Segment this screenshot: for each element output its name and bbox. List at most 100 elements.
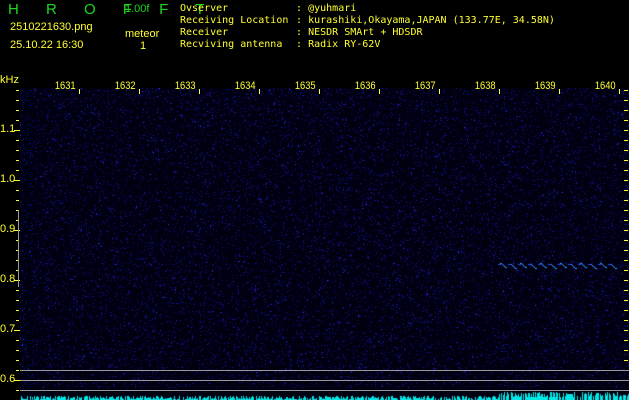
guide-line xyxy=(20,380,629,381)
x-tick-label: 1633 xyxy=(174,80,196,92)
info-value: kurashiki,Okayama,JAPAN (133.77E, 34.58N… xyxy=(308,15,555,26)
y-tick-mark xyxy=(624,170,628,171)
x-tick-mark xyxy=(379,89,380,94)
y-tick-mark xyxy=(624,120,628,121)
left-marker-bar xyxy=(18,210,19,287)
y-tick-mark xyxy=(624,350,628,351)
info-value: Radix RY-62V xyxy=(308,39,381,50)
y-tick-mark xyxy=(14,230,20,231)
spectrogram xyxy=(20,88,629,400)
info-label: Recviving antenna xyxy=(180,39,283,50)
guide-line xyxy=(20,390,629,391)
y-tick-mark xyxy=(16,350,19,351)
x-tick-label: 1632 xyxy=(114,80,136,92)
y-tick-mark xyxy=(16,340,19,341)
y-tick-mark xyxy=(16,140,19,141)
x-tick-mark xyxy=(199,89,200,94)
x-tick-mark xyxy=(619,89,620,94)
y-tick-mark xyxy=(16,200,19,201)
x-tick-mark xyxy=(499,89,500,94)
y-tick-mark xyxy=(624,290,628,291)
y-tick-mark xyxy=(624,180,628,181)
info-value: @yuhmari xyxy=(308,3,357,14)
y-tick-mark xyxy=(624,270,628,271)
y-tick-mark xyxy=(624,320,628,321)
info-sep: : xyxy=(296,3,303,14)
y-tick-mark xyxy=(624,220,628,221)
y-tick-mark xyxy=(14,130,20,131)
y-tick-mark xyxy=(624,190,628,191)
y-tick-label: 1.1 xyxy=(0,123,16,135)
x-tick-mark xyxy=(259,89,260,94)
x-tick-mark xyxy=(319,89,320,94)
file-name: 2510221630.png xyxy=(10,21,93,33)
y-tick-label: 0.9 xyxy=(0,223,16,235)
x-tick-mark xyxy=(139,89,140,94)
x-tick-label: 1637 xyxy=(414,80,436,92)
x-tick-label: 1638 xyxy=(474,80,496,92)
y-tick-mark xyxy=(624,240,628,241)
y-tick-mark xyxy=(16,310,19,311)
y-tick-mark xyxy=(16,120,19,121)
x-tick-label: 1640 xyxy=(594,80,616,92)
y-tick-label: 0.7 xyxy=(0,323,16,335)
y-tick-mark xyxy=(624,250,628,251)
x-tick-label: 1639 xyxy=(534,80,556,92)
y-tick-label: 0.8 xyxy=(0,273,16,285)
y-tick-mark xyxy=(16,320,19,321)
y-tick-mark xyxy=(14,180,20,181)
info-label: Receiving Location xyxy=(180,15,289,26)
y-tick-mark xyxy=(624,310,628,311)
meteor-count: 1 xyxy=(140,40,147,52)
y-tick-label: 1.0 xyxy=(0,173,16,185)
y-tick-mark xyxy=(624,260,628,261)
meteor-label: meteor xyxy=(125,28,160,40)
info-sep: : xyxy=(296,15,303,26)
info-row-observer: Ovserver : @yuhmari xyxy=(180,3,555,15)
guide-line xyxy=(20,370,629,371)
info-label: Ovserver xyxy=(180,3,229,14)
y-tick-mark xyxy=(16,390,19,391)
y-tick-mark xyxy=(14,280,20,281)
x-tick-label: 1631 xyxy=(54,80,76,92)
x-tick-mark xyxy=(559,89,560,94)
y-tick-mark xyxy=(624,280,628,281)
info-value: NESDR SMArt + HDSDR xyxy=(308,27,423,38)
x-tick-mark xyxy=(79,89,80,94)
x-tick-label: 1635 xyxy=(294,80,316,92)
date-time: 25.10.22 16:30 xyxy=(10,39,84,51)
y-tick-mark xyxy=(16,290,19,291)
y-tick-mark xyxy=(624,330,628,331)
y-tick-mark xyxy=(624,340,628,341)
y-tick-mark xyxy=(624,360,628,361)
y-tick-mark xyxy=(16,110,19,111)
y-tick-mark xyxy=(624,150,628,151)
y-tick-mark xyxy=(624,140,628,141)
x-tick-mark xyxy=(439,89,440,94)
x-tick-label: 1634 xyxy=(234,80,256,92)
y-tick-mark xyxy=(16,90,19,91)
info-sep: : xyxy=(296,27,303,38)
y-tick-mark xyxy=(624,300,628,301)
y-tick-mark xyxy=(624,130,628,131)
y-tick-mark xyxy=(624,200,628,201)
y-tick-mark xyxy=(16,360,19,361)
info-label: Receiver xyxy=(180,27,229,38)
x-tick-label: 1636 xyxy=(354,80,376,92)
y-tick-mark xyxy=(16,370,19,371)
y-tick-mark xyxy=(624,210,628,211)
app-version: 1.00f xyxy=(125,3,150,15)
y-tick-mark xyxy=(624,110,628,111)
y-tick-label: 0.6 xyxy=(0,373,16,385)
y-tick-mark xyxy=(16,150,19,151)
y-tick-mark xyxy=(624,100,628,101)
info-sep: : xyxy=(296,39,303,50)
y-tick-mark xyxy=(14,330,20,331)
y-tick-mark xyxy=(624,230,628,231)
y-tick-mark xyxy=(16,160,19,161)
info-block: Ovserver : @yuhmari Receiving Location : … xyxy=(180,3,555,51)
info-row-receiver: Receiver : NESDR SMArt + HDSDR xyxy=(180,27,555,39)
info-row-antenna: Recviving antenna : Radix RY-62V xyxy=(180,39,555,51)
y-tick-mark xyxy=(16,300,19,301)
y-tick-mark xyxy=(16,170,19,171)
